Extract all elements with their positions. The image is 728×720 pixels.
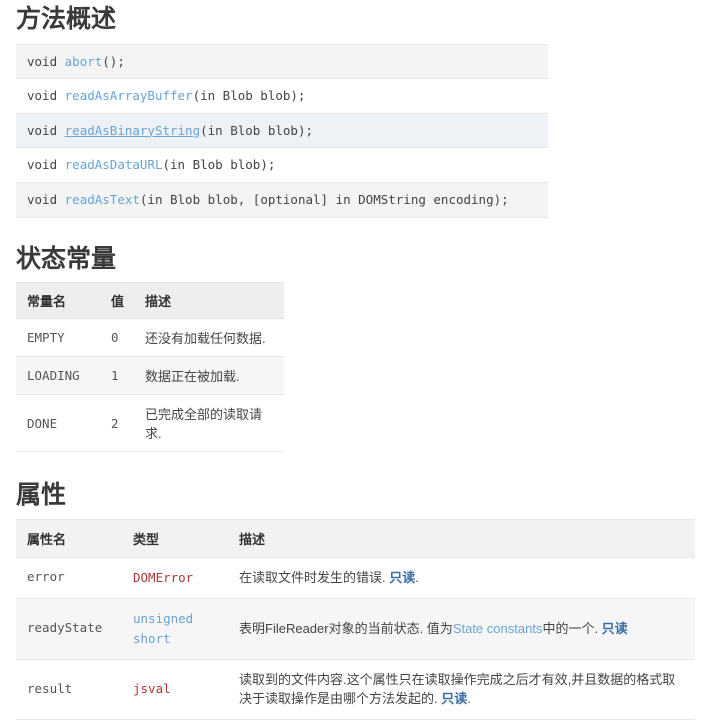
method-params: (in Blob blob); xyxy=(192,88,306,104)
property-type-cell: unsigned short xyxy=(122,597,228,660)
constant-name-cell: LOADING xyxy=(16,356,100,396)
property-type-link[interactable]: DOMError xyxy=(133,568,205,588)
table-row: result jsval 读取到的文件内容.这个属性只在读取操作完成之后才有效,并且… xyxy=(16,658,695,720)
properties-table-body: error DOMError 在读取文件时发生的错误. 只读. readyState u… xyxy=(16,556,695,720)
property-description-cell: 读取到的文件内容.这个属性只在读取操作完成之后才有效,并且数据的格式取决于读取操… xyxy=(228,658,695,720)
description-text: 在读取文件时发生的错误. xyxy=(239,569,390,585)
method-return-type: void xyxy=(27,88,65,104)
methods-table: void abort(); void readAsArrayBuffer(in B… xyxy=(16,43,548,218)
method-name-link[interactable]: readAsDataURL xyxy=(65,157,163,172)
description-link[interactable]: 只读 xyxy=(441,691,467,706)
property-type-cell: jsval xyxy=(122,658,228,720)
table-header-row: 常量名 值 描述 xyxy=(16,282,284,320)
table-row: void abort(); xyxy=(16,43,548,80)
column-header-description: 描述 xyxy=(228,518,695,558)
column-header-property-name: 属性名 xyxy=(16,518,122,558)
method-name-link[interactable]: readAsText xyxy=(65,192,140,207)
method-signature-cell: void readAsArrayBuffer(in Blob blob); xyxy=(16,78,548,114)
page-title-methods: 方法概述 xyxy=(16,5,117,33)
table-row: DONE 2 已完成全部的读取请求. xyxy=(16,394,284,453)
constant-description-cell: 还没有加载任何数据. xyxy=(134,318,284,358)
method-params: (in Blob blob); xyxy=(162,157,276,173)
constant-value-cell: 0 xyxy=(100,318,135,358)
property-description-cell: 在读取文件时发生的错误. 只读. xyxy=(228,556,695,599)
method-return-type: void xyxy=(27,122,65,138)
column-header-constant-name: 常量名 xyxy=(16,282,100,320)
property-type-link[interactable]: unsigned short xyxy=(133,609,205,649)
method-return-type: void xyxy=(27,192,65,207)
methods-table-body: void abort(); void readAsArrayBuffer(in B… xyxy=(16,43,548,218)
method-signature-cell: void readAsBinaryString(in Blob blob); xyxy=(16,112,548,149)
property-name-cell: error xyxy=(16,556,122,599)
table-row: void readAsBinaryString(in Blob blob); xyxy=(16,112,548,149)
description-text: 表明FileReader对象的当前状态. 值为 xyxy=(239,620,453,636)
property-name-cell: readyState xyxy=(16,597,122,660)
table-row: void readAsDataURL(in Blob blob); xyxy=(16,147,548,183)
table-row: error DOMError 在读取文件时发生的错误. 只读. xyxy=(16,556,695,599)
constant-value-cell: 1 xyxy=(100,356,135,396)
column-header-description: 描述 xyxy=(134,282,284,320)
method-name-link[interactable]: readAsBinaryString xyxy=(65,123,200,138)
constant-description-cell: 已完成全部的读取请求. xyxy=(134,394,284,453)
description-text: . xyxy=(467,691,471,707)
property-type-cell: DOMError xyxy=(122,556,228,599)
page-title-state-constants: 状态常量 xyxy=(16,244,117,273)
properties-table: 属性名 类型 描述 error DOMError 在读取文件时发生的错误. 只读. r… xyxy=(16,518,695,720)
table-row: LOADING 1 数据正在被加载. xyxy=(16,356,284,396)
document-body: 方法概述 void abort(); void readAsArrayBuffer… xyxy=(0,0,728,720)
description-link[interactable]: 只读 xyxy=(389,570,415,585)
method-params: (); xyxy=(102,53,125,69)
table-row: EMPTY 0 还没有加载任何数据. xyxy=(16,318,284,358)
state-constants-table-head: 常量名 值 描述 xyxy=(16,282,284,320)
constant-value-cell: 2 xyxy=(100,394,135,453)
method-params: (in Blob blob); xyxy=(200,122,313,138)
table-row: void readAsArrayBuffer(in Blob blob); xyxy=(16,78,548,114)
description-link[interactable]: 只读 xyxy=(602,621,628,636)
description-text: 中的一个. xyxy=(542,620,602,636)
method-name-link[interactable]: readAsArrayBuffer xyxy=(65,88,193,103)
page-title-properties: 属性 xyxy=(16,481,67,510)
property-type-link[interactable]: jsval xyxy=(133,679,205,699)
method-return-type: void xyxy=(27,53,65,69)
table-header-row: 属性名 类型 描述 xyxy=(16,518,695,558)
column-header-type: 类型 xyxy=(122,518,228,558)
method-return-type: void xyxy=(27,157,65,173)
table-row: readyState unsigned short 表明FileReader对象的当… xyxy=(16,597,695,660)
description-link[interactable]: State constants xyxy=(453,621,543,636)
constant-description-cell: 数据正在被加载. xyxy=(134,356,284,396)
state-constants-table: 常量名 值 描述 EMPTY 0 还没有加载任何数据. LOADING 1 数据正在被加载… xyxy=(16,282,284,453)
constant-name-cell: DONE xyxy=(16,394,100,453)
property-description-cell: 表明FileReader对象的当前状态. 值为State constants中的… xyxy=(228,597,695,660)
method-signature-cell: void readAsText(in Blob blob, [optional]… xyxy=(16,182,548,218)
method-name-link[interactable]: abort xyxy=(65,54,103,69)
method-params: (in Blob blob, [optional] in DOMString e… xyxy=(139,192,509,207)
column-header-value: 值 xyxy=(100,282,135,320)
properties-table-head: 属性名 类型 描述 xyxy=(16,518,695,558)
table-row: void readAsText(in Blob blob, [optional]… xyxy=(16,182,548,218)
property-name-cell: result xyxy=(16,658,122,720)
method-signature-cell: void readAsDataURL(in Blob blob); xyxy=(16,147,548,183)
description-text: . xyxy=(415,569,419,585)
state-constants-table-body: EMPTY 0 还没有加载任何数据. LOADING 1 数据正在被加载. DONE 2 已完成… xyxy=(16,318,284,453)
method-signature-cell: void abort(); xyxy=(16,43,548,80)
constant-name-cell: EMPTY xyxy=(16,318,100,358)
